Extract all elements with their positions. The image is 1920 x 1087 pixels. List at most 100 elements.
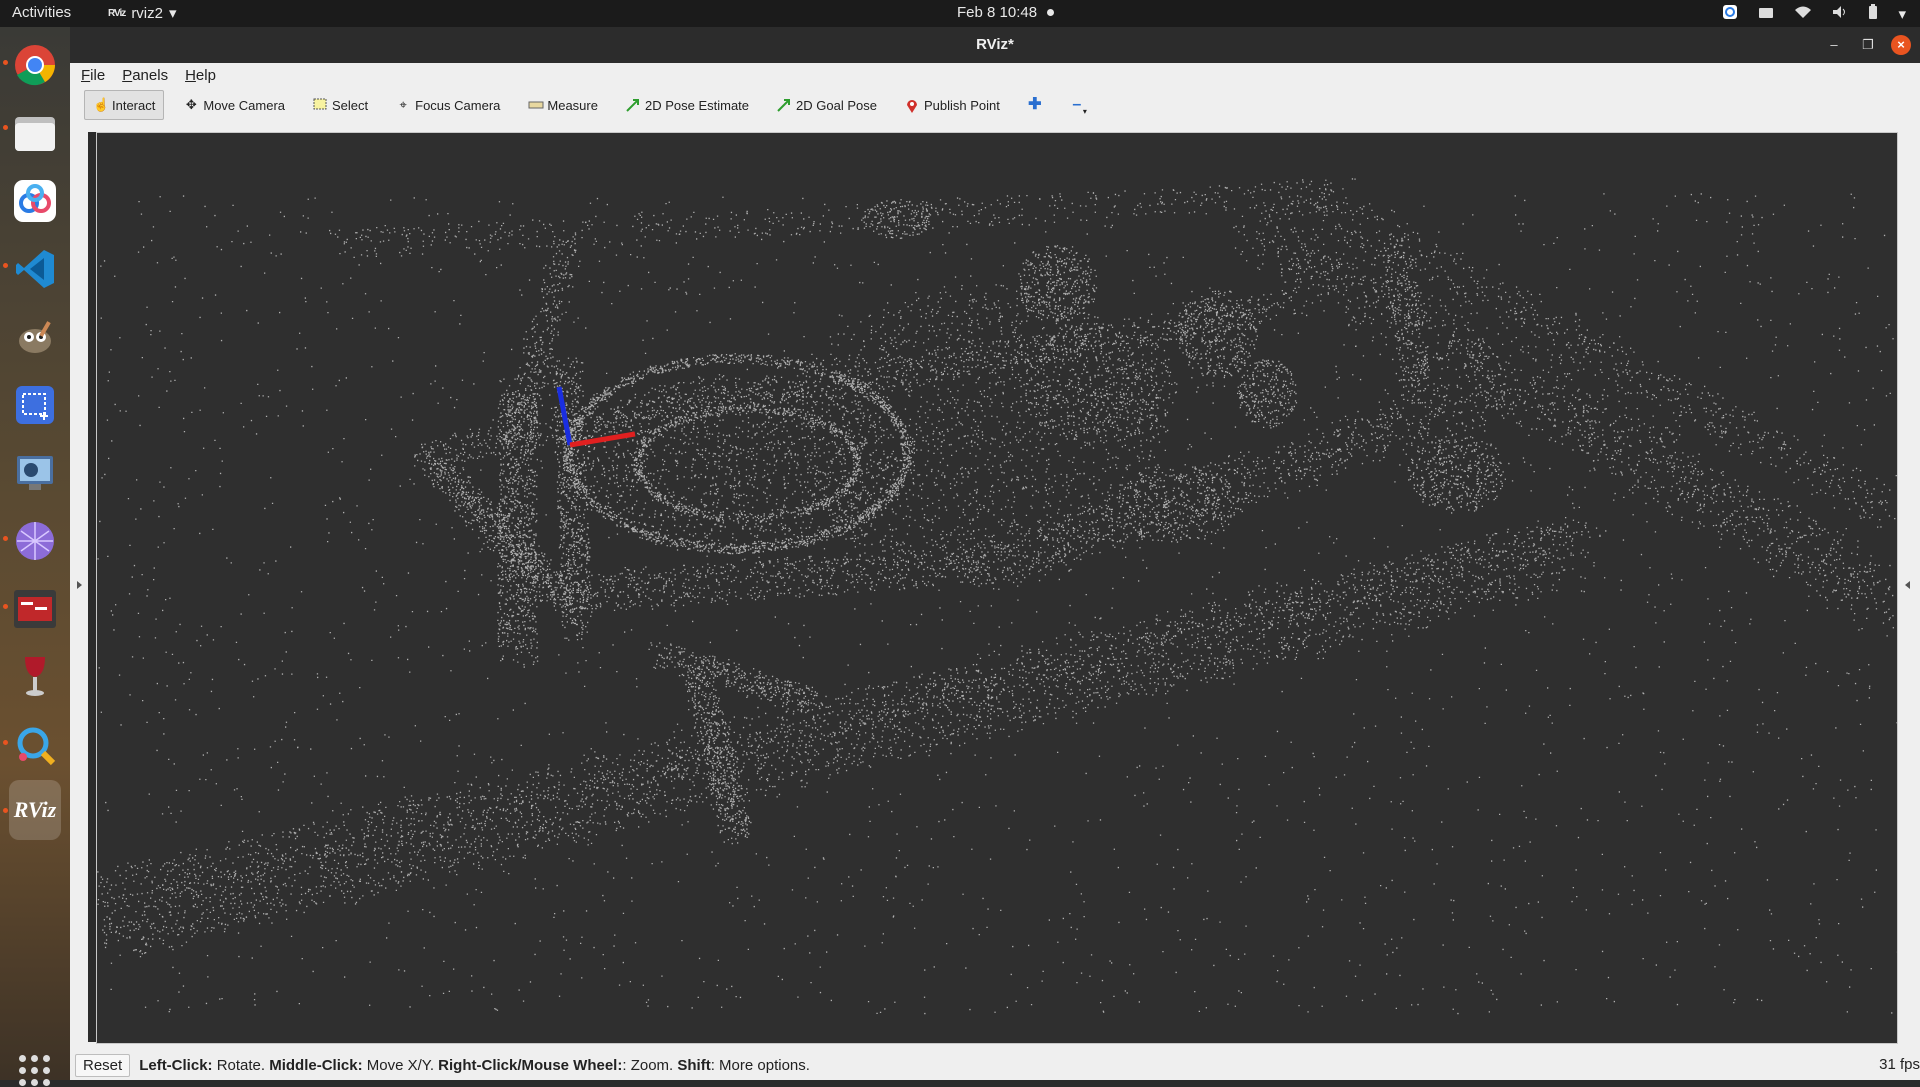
system-monitor-icon[interactable] bbox=[9, 447, 61, 499]
measure-tool-button[interactable]: Measure bbox=[520, 91, 606, 119]
terminal-icon[interactable] bbox=[9, 583, 61, 635]
plus-icon: ✚ bbox=[1028, 96, 1042, 113]
battery-icon[interactable] bbox=[1868, 4, 1878, 24]
app-menu[interactable]: RViz rviz2 ▾ bbox=[108, 4, 177, 23]
network-icon[interactable] bbox=[9, 515, 61, 567]
interact-tool-button[interactable]: ☝ Interact bbox=[84, 90, 165, 120]
expand-right-icon bbox=[1905, 581, 1910, 589]
move-camera-label: Move Camera bbox=[203, 97, 285, 113]
menu-panels-label: anels bbox=[132, 66, 169, 84]
reset-view-button[interactable]: Reset bbox=[75, 1053, 131, 1077]
crosshair-icon: ⌖ bbox=[399, 97, 407, 112]
running-indicator bbox=[3, 740, 8, 745]
remove-tool-button[interactable]: – ▾ bbox=[1062, 91, 1095, 119]
system-tray[interactable]: ▾ bbox=[1722, 4, 1906, 24]
menu-bar: File Panels Help bbox=[70, 63, 1920, 87]
dock: RViz bbox=[0, 27, 70, 1086]
activities-button[interactable]: Activities bbox=[12, 4, 71, 21]
running-indicator bbox=[3, 125, 8, 130]
menu-panels[interactable]: Panels bbox=[111, 67, 174, 84]
interact-label: Interact bbox=[112, 97, 156, 113]
expand-left-icon bbox=[77, 581, 82, 589]
publish-point-label: Publish Point bbox=[923, 97, 1000, 113]
running-indicator bbox=[3, 604, 8, 609]
baidu-tray-icon[interactable] bbox=[1722, 4, 1738, 24]
menu-help-mnemonic: H bbox=[185, 66, 196, 84]
files-icon[interactable] bbox=[9, 107, 61, 159]
notification-dot-icon bbox=[1047, 9, 1055, 16]
chrome-icon[interactable] bbox=[9, 39, 61, 91]
right-dock-collapse-handle[interactable] bbox=[1896, 123, 1920, 1050]
system-menu-chevron-icon[interactable]: ▾ bbox=[1898, 5, 1906, 23]
vscode-icon[interactable] bbox=[9, 243, 61, 295]
mouse-hint-text: Left-Click: Rotate. Middle-Click: Move X… bbox=[139, 1057, 810, 1074]
hint-left-click-label: Left-Click: bbox=[139, 1056, 213, 1074]
select-label: Select bbox=[332, 97, 369, 113]
hint-shift-text: : More options. bbox=[710, 1056, 810, 1074]
close-icon[interactable]: × bbox=[1891, 35, 1911, 55]
screenshot-icon[interactable] bbox=[9, 379, 61, 431]
fps-counter: 31 fps bbox=[1879, 1056, 1920, 1073]
keyboard-icon[interactable] bbox=[1758, 6, 1774, 23]
minimize-icon[interactable]: – bbox=[1824, 35, 1844, 55]
2d-goal-pose-tool-button[interactable]: 2D Goal Pose bbox=[769, 91, 885, 119]
running-indicator bbox=[3, 808, 8, 813]
move-arrows-icon: ✥ bbox=[185, 97, 197, 112]
viewport-frame bbox=[88, 123, 1896, 132]
2d-pose-estimate-label: 2D Pose Estimate bbox=[644, 97, 750, 113]
focus-camera-tool-button[interactable]: ⌖ Focus Camera bbox=[388, 91, 508, 119]
search-app-icon[interactable] bbox=[9, 719, 61, 771]
green-arrow-icon bbox=[626, 98, 640, 112]
measure-label: Measure bbox=[547, 97, 598, 113]
hint-shift-label: Shift bbox=[677, 1056, 711, 1074]
tool-bar: ☝ Interact ✥ Move Camera Select ⌖ Focus … bbox=[70, 87, 1920, 124]
2d-pose-estimate-tool-button[interactable]: 2D Pose Estimate bbox=[618, 91, 757, 119]
gimp-icon[interactable] bbox=[9, 311, 61, 363]
menu-help-label: elp bbox=[195, 66, 216, 84]
hint-middle-click-text: Move X/Y. bbox=[362, 1056, 439, 1074]
map-pin-icon bbox=[905, 98, 919, 113]
app-menu-label: rviz2 bbox=[131, 4, 163, 22]
baidu-netdisk-icon[interactable] bbox=[9, 175, 61, 227]
move-camera-tool-button[interactable]: ✥ Move Camera bbox=[176, 91, 293, 119]
menu-panels-mnemonic: P bbox=[122, 66, 133, 84]
clock[interactable]: Feb 8 10:48 bbox=[957, 4, 1055, 21]
hint-middle-click-label: Middle-Click: bbox=[269, 1056, 363, 1074]
left-dock-collapse-handle[interactable] bbox=[70, 123, 88, 1050]
wifi-icon[interactable] bbox=[1794, 5, 1812, 23]
hint-left-click-text: Rotate. bbox=[212, 1056, 270, 1074]
menu-file-mnemonic: F bbox=[81, 66, 91, 84]
top-bar: Activities RViz rviz2 ▾ Feb 8 10:48 ▾ bbox=[0, 0, 1920, 27]
hint-right-click-text: : Zoom. bbox=[622, 1056, 678, 1074]
show-applications-icon[interactable] bbox=[19, 1055, 51, 1087]
focus-camera-label: Focus Camera bbox=[415, 97, 501, 113]
2d-goal-pose-label: 2D Goal Pose bbox=[796, 97, 877, 113]
wine-icon[interactable] bbox=[9, 651, 61, 703]
minus-icon: – bbox=[1072, 96, 1082, 113]
ruler-icon bbox=[528, 98, 544, 112]
clock-text: Feb 8 10:48 bbox=[957, 4, 1038, 21]
running-indicator bbox=[3, 60, 8, 65]
hint-right-click-label: Right-Click/Mouse Wheel: bbox=[438, 1056, 623, 1074]
restore-icon[interactable]: ❐ bbox=[1858, 35, 1878, 55]
menu-file-label: ile bbox=[90, 66, 106, 84]
select-rectangle-icon bbox=[313, 98, 327, 112]
volume-icon[interactable] bbox=[1832, 5, 1848, 23]
rviz-icon[interactable]: RViz bbox=[9, 780, 61, 840]
dropdown-arrow-icon: ▾ bbox=[1082, 106, 1087, 116]
point-cloud-points bbox=[97, 178, 1897, 1015]
hand-pointer-icon: ☝ bbox=[93, 97, 110, 112]
window-titlebar[interactable]: RViz* – ❐ × bbox=[70, 27, 1920, 63]
green-arrow-icon bbox=[777, 98, 791, 112]
status-bar: Reset Left-Click: Rotate. Middle-Click: … bbox=[70, 1050, 1920, 1080]
running-indicator bbox=[3, 263, 8, 268]
rviz-small-icon: RViz bbox=[108, 7, 126, 19]
select-tool-button[interactable]: Select bbox=[305, 91, 376, 119]
add-tool-button[interactable]: ✚ bbox=[1020, 91, 1050, 119]
running-indicator bbox=[3, 536, 8, 541]
3d-render-viewport[interactable] bbox=[96, 132, 1898, 1044]
point-cloud-map bbox=[97, 178, 1897, 1015]
publish-point-tool-button[interactable]: Publish Point bbox=[897, 91, 1008, 119]
menu-help[interactable]: Help bbox=[174, 67, 222, 84]
menu-file[interactable]: File bbox=[70, 67, 111, 84]
